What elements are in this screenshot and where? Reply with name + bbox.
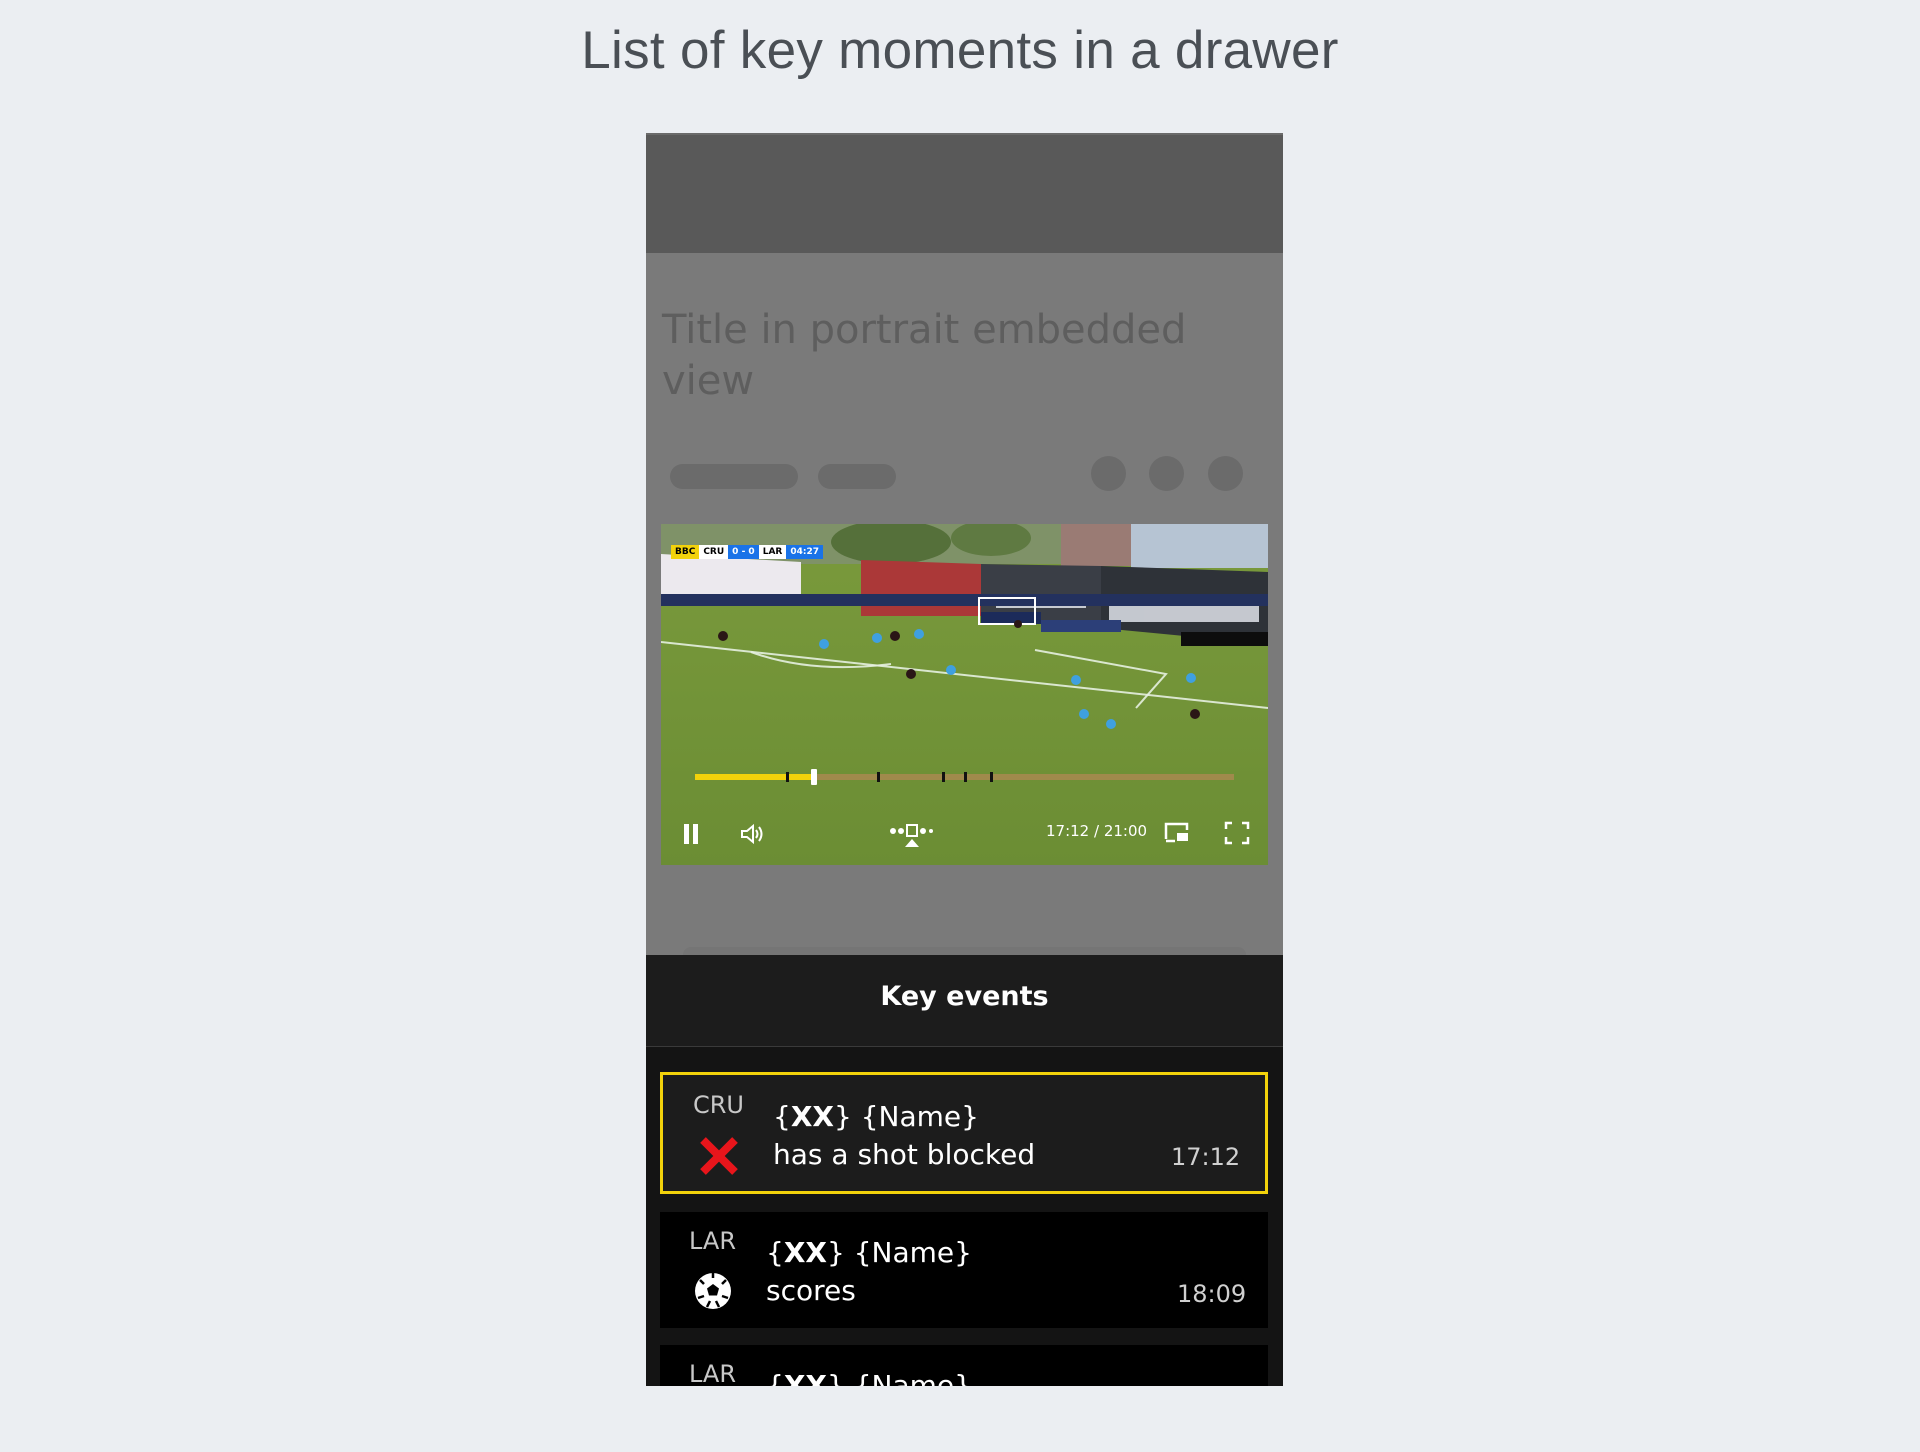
home-team: CRU <box>699 545 729 559</box>
placeholder-circle <box>1208 456 1243 491</box>
event-player: {XX} {Name} <box>773 1100 979 1133</box>
placeholder-pill <box>818 464 896 489</box>
key-moment-marker[interactable] <box>990 772 994 782</box>
progress-handle[interactable] <box>810 769 817 785</box>
event-team: LAR <box>689 1227 737 1255</box>
shot-blocked-icon <box>698 1135 740 1181</box>
football-goal-icon <box>692 1270 734 1316</box>
player-name: {Name} <box>860 1100 979 1133</box>
player-number: XX <box>783 1236 828 1269</box>
key-moment-marker[interactable] <box>785 772 789 782</box>
key-event-item[interactable]: CRU {XX} {Name} has a shot blocked 17:12 <box>660 1072 1268 1194</box>
picture-in-picture-icon <box>1164 822 1189 843</box>
page-heading: List of key moments in a drawer <box>581 21 1339 80</box>
time-readout: 17:12 / 21:00 <box>1046 822 1148 840</box>
event-team: CRU <box>693 1091 744 1119</box>
placeholder-pill <box>670 464 798 489</box>
player-name: {Name} <box>853 1236 972 1269</box>
event-time: 17:12 <box>1171 1143 1241 1171</box>
pause-button[interactable] <box>681 821 701 847</box>
drawer-header: Key events <box>646 955 1283 1047</box>
broadcaster-logo: BBC <box>671 545 700 559</box>
key-event-item[interactable]: LAR {XX} {Name} <box>660 1345 1268 1386</box>
key-moments-button[interactable] <box>889 821 933 849</box>
event-time: 18:09 <box>1177 1280 1247 1308</box>
key-events-drawer: Key events CRU {XX} {Name} has a shot bl… <box>646 955 1283 1386</box>
fullscreen-button[interactable] <box>1224 821 1250 845</box>
volume-button[interactable] <box>739 821 765 847</box>
event-team: LAR <box>689 1360 737 1386</box>
key-event-item[interactable]: LAR {XX} {Name} scores 18:09 <box>660 1212 1268 1328</box>
volume-icon <box>741 823 763 845</box>
player-number: XX <box>790 1100 835 1133</box>
pause-icon <box>684 824 698 844</box>
embed-title: Title in portrait embedded view <box>662 307 1187 404</box>
video-player[interactable]: BBC CRU 0 - 0 LAR 04:27 17:12 / 21:00 <box>661 524 1268 865</box>
score: 0 - 0 <box>728 545 759 559</box>
picture-in-picture-button[interactable] <box>1164 821 1190 845</box>
drawer-title: Key events <box>880 981 1049 1012</box>
key-moments-icon <box>890 824 933 847</box>
progress-bar[interactable] <box>695 769 1234 785</box>
match-clock: 04:27 <box>786 545 823 559</box>
away-team: LAR <box>758 545 787 559</box>
placeholder-circle <box>1091 456 1126 491</box>
event-description: scores <box>766 1274 856 1307</box>
event-player: {XX} {Name} <box>766 1236 972 1269</box>
match-video-frame <box>661 524 1268 865</box>
app-bar <box>646 133 1283 253</box>
key-moment-marker[interactable] <box>941 772 945 782</box>
player-name: {Name} <box>853 1369 972 1386</box>
scorebug: BBC CRU 0 - 0 LAR 04:27 <box>671 545 823 559</box>
placeholder-circle <box>1149 456 1184 491</box>
phone-frame: Title in portrait embedded view BBC CRU … <box>646 133 1283 1386</box>
progress-played <box>695 774 814 780</box>
key-moment-marker[interactable] <box>877 772 881 782</box>
event-description: has a shot blocked <box>773 1138 1036 1171</box>
key-moment-marker[interactable] <box>963 772 967 782</box>
fullscreen-icon <box>1224 821 1250 845</box>
event-player: {XX} {Name} <box>766 1369 972 1386</box>
player-number: XX <box>783 1369 828 1386</box>
